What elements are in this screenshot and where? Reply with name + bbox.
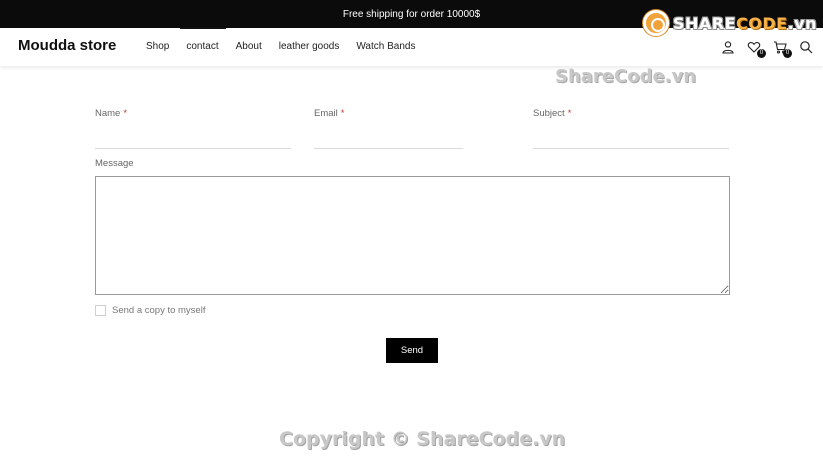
email-label: Email * <box>314 108 345 119</box>
sharecode-logo-text: SHARECODE.vn <box>672 13 817 33</box>
nav-about[interactable]: About <box>236 41 262 52</box>
name-label: Name * <box>95 108 128 119</box>
send-button[interactable]: Send <box>386 338 438 363</box>
name-required-mark: * <box>123 108 128 119</box>
email-required-mark: * <box>340 108 345 119</box>
send-copy-label: Send a copy to myself <box>112 305 206 316</box>
nav-watch-bands[interactable]: Watch Bands <box>356 41 415 52</box>
announcement-text: Free shipping for order 10000$ <box>342 8 481 20</box>
email-input[interactable] <box>314 131 463 149</box>
brand-logo[interactable]: Moudda store <box>18 37 116 54</box>
user-icon[interactable] <box>721 40 735 54</box>
subject-required-mark: * <box>567 108 572 119</box>
cart-icon[interactable]: 0 <box>773 40 792 58</box>
subject-label: Subject * <box>533 108 572 119</box>
cart-count-badge: 0 <box>783 49 792 58</box>
message-textarea[interactable] <box>95 176 730 295</box>
watermark-bottom: Copyright © ShareCode.vn <box>279 428 566 450</box>
wishlist-count-badge: 0 <box>757 49 766 58</box>
header-icons: 0 0 <box>721 40 813 58</box>
watermark-top: ShareCode.vn <box>555 66 697 87</box>
message-label: Message <box>95 158 134 169</box>
subject-input[interactable] <box>533 131 729 149</box>
main-nav: Shop contact About leather goods Watch B… <box>146 27 432 52</box>
search-icon[interactable] <box>799 40 813 54</box>
nav-contact[interactable]: contact <box>180 27 227 52</box>
nav-shop[interactable]: Shop <box>146 41 169 52</box>
wishlist-heart-icon[interactable]: 0 <box>747 40 766 58</box>
send-copy-row: Send a copy to myself <box>95 305 205 316</box>
nav-leather-goods[interactable]: leather goods <box>279 41 340 52</box>
sharecode-logo: SHARECODE.vn <box>642 8 817 38</box>
name-input[interactable] <box>95 131 291 149</box>
sharecode-badge-icon <box>642 10 669 36</box>
send-copy-checkbox[interactable] <box>95 305 106 316</box>
